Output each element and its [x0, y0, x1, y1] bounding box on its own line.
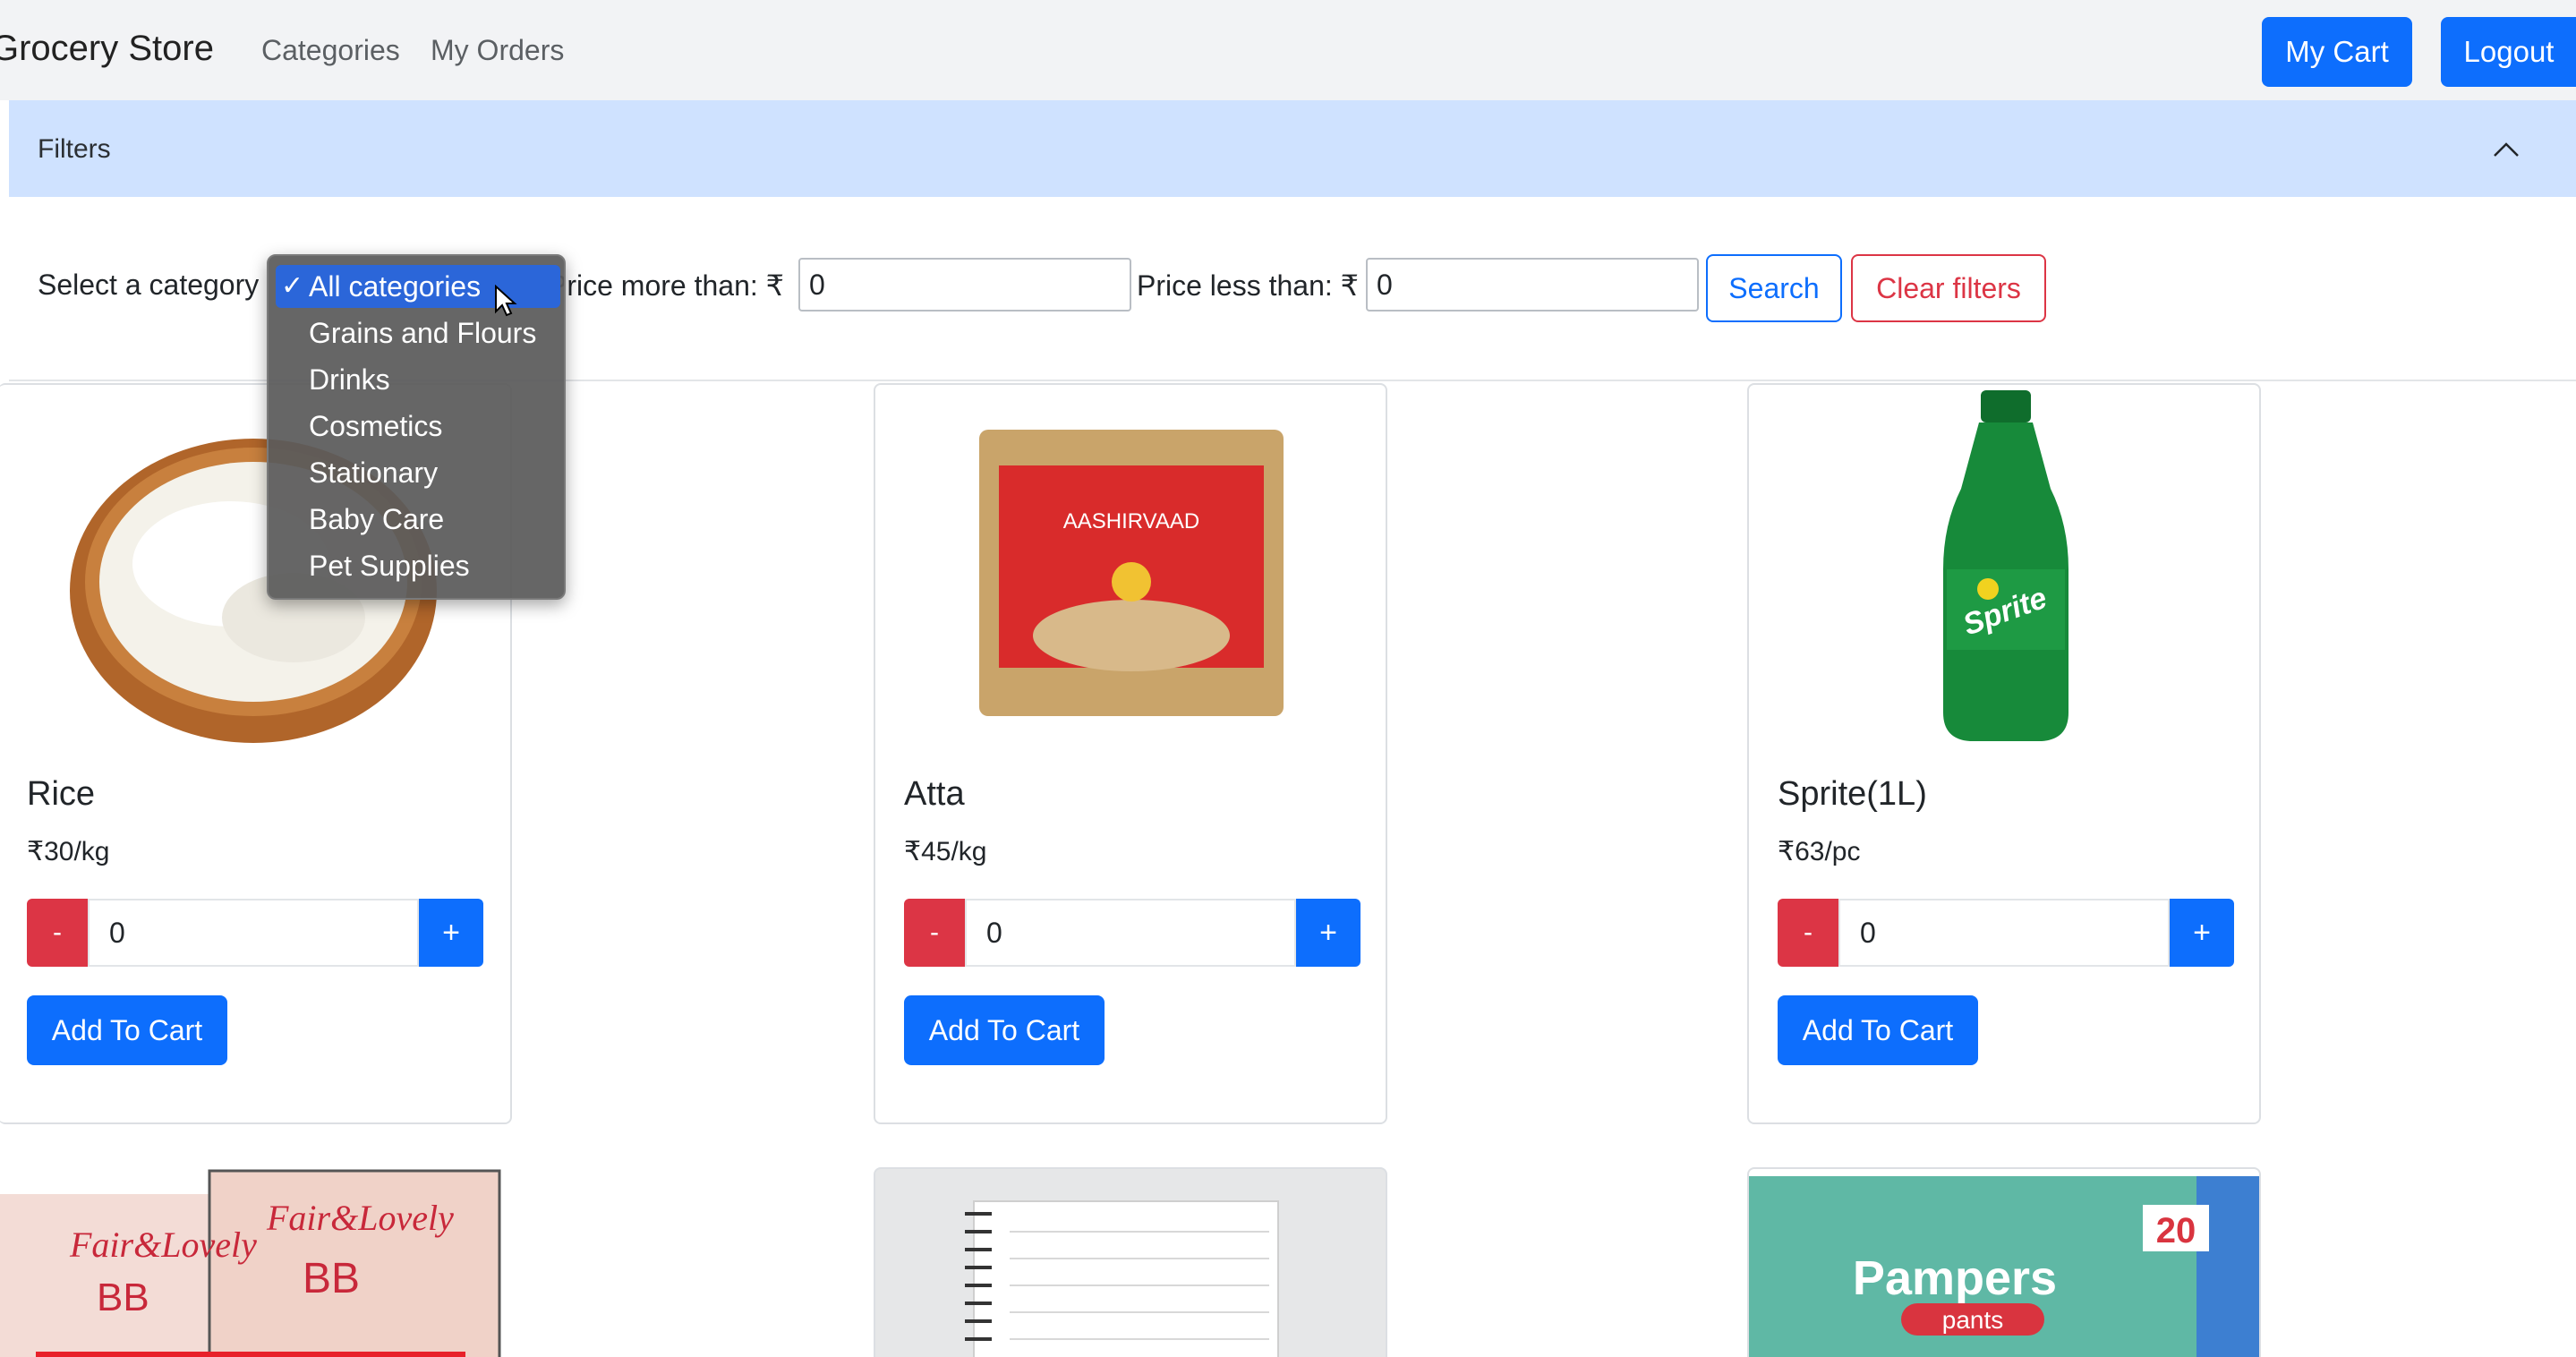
product-price: ₹30/kg [27, 837, 110, 866]
product-card-pampers: Pampers pants 20 [1747, 1167, 2261, 1357]
video-progress-strip [36, 1352, 465, 1357]
nav-link-categories[interactable]: Categories [261, 34, 400, 67]
sprite-bottle-image: Sprite [1943, 390, 2068, 741]
pampers-sub-text: pants [1942, 1306, 2004, 1334]
cosmetics-image: Fair&Lovely Fair&Lovely BB BB [0, 1169, 501, 1357]
increment-button[interactable]: + [2170, 899, 2234, 967]
dropdown-option-drinks[interactable]: Drinks [309, 363, 390, 397]
dropdown-option-stationary[interactable]: Stationary [309, 457, 438, 490]
decrement-button[interactable]: - [1778, 899, 1838, 967]
product-card-sprite: Sprite Sprite(1L) ₹63/pc - 0 + Add To Ca… [1747, 383, 2261, 1124]
product-name: Rice [27, 775, 96, 813]
quantity-input[interactable]: 0 [88, 899, 419, 967]
cosmetics-brand-text-1: Fair&Lovely [69, 1225, 257, 1265]
price-less-label: Price less than: ₹ [1137, 269, 1360, 302]
pampers-brand-text: Pampers [1853, 1251, 2057, 1305]
chevron-up-icon[interactable] [2492, 136, 2521, 165]
dropdown-option-cosmetics[interactable]: Cosmetics [309, 410, 442, 443]
add-to-cart-button[interactable]: Add To Cart [904, 995, 1105, 1065]
logout-button[interactable]: Logout [2441, 17, 2576, 87]
cosmetics-sub-text-2: BB [303, 1255, 360, 1302]
product-price: ₹45/kg [904, 837, 987, 866]
atta-bag-image: AASHIRVAAD [979, 430, 1284, 716]
product-name: Sprite(1L) [1778, 775, 1927, 813]
product-card-cosmetics: Fair&Lovely Fair&Lovely BB BB [0, 1167, 512, 1357]
clear-filters-button[interactable]: Clear filters [1851, 254, 2046, 322]
dropdown-option-all-categories[interactable]: All categories [309, 270, 481, 303]
pampers-count-text: 20 [2156, 1211, 2196, 1250]
checkmark-icon: ✓ [281, 271, 304, 301]
navbar: Grocery Store Categories My Orders My Ca… [0, 0, 2576, 100]
category-label: Select a category [38, 269, 260, 301]
product-name: Atta [904, 775, 965, 813]
my-cart-button[interactable]: My Cart [2262, 17, 2412, 87]
price-more-input[interactable]: 0 [798, 258, 1131, 312]
notebook-image [965, 1200, 1279, 1357]
cosmetics-sub-text-1: BB [97, 1276, 149, 1319]
decrement-button[interactable]: - [904, 899, 965, 967]
decrement-button[interactable]: - [27, 899, 88, 967]
quantity-input[interactable]: 0 [965, 899, 1296, 967]
cosmetics-brand-text-2: Fair&Lovely [266, 1198, 454, 1238]
price-less-input[interactable]: 0 [1366, 258, 1699, 312]
brand-title[interactable]: Grocery Store [0, 29, 214, 69]
mouse-cursor-icon [495, 285, 517, 317]
nav-link-my-orders[interactable]: My Orders [431, 34, 564, 67]
add-to-cart-button[interactable]: Add To Cart [27, 995, 227, 1065]
atta-brand-text: AASHIRVAAD [1063, 509, 1200, 533]
dropdown-option-grains-and-flours[interactable]: Grains and Flours [309, 317, 536, 350]
dropdown-option-baby-care[interactable]: Baby Care [309, 503, 444, 536]
product-card-atta: AASHIRVAAD Atta ₹45/kg - 0 + Add To Cart [874, 383, 1387, 1124]
product-card-notebook [874, 1167, 1387, 1357]
dropdown-option-pet-supplies[interactable]: Pet Supplies [309, 550, 470, 583]
add-to-cart-button[interactable]: Add To Cart [1778, 995, 1978, 1065]
increment-button[interactable]: + [419, 899, 483, 967]
product-price: ₹63/pc [1778, 837, 1861, 866]
price-more-label: Price more than: ₹ [548, 269, 785, 302]
filters-title: Filters [38, 134, 111, 164]
category-dropdown-menu[interactable]: ✓ All categories Grains and Flours Drink… [267, 254, 566, 600]
pampers-image: Pampers pants 20 [1749, 1176, 2259, 1357]
filters-accordion-header[interactable]: Filters [9, 100, 2576, 197]
increment-button[interactable]: + [1296, 899, 1361, 967]
search-button[interactable]: Search [1706, 254, 1842, 322]
quantity-input[interactable]: 0 [1838, 899, 2170, 967]
